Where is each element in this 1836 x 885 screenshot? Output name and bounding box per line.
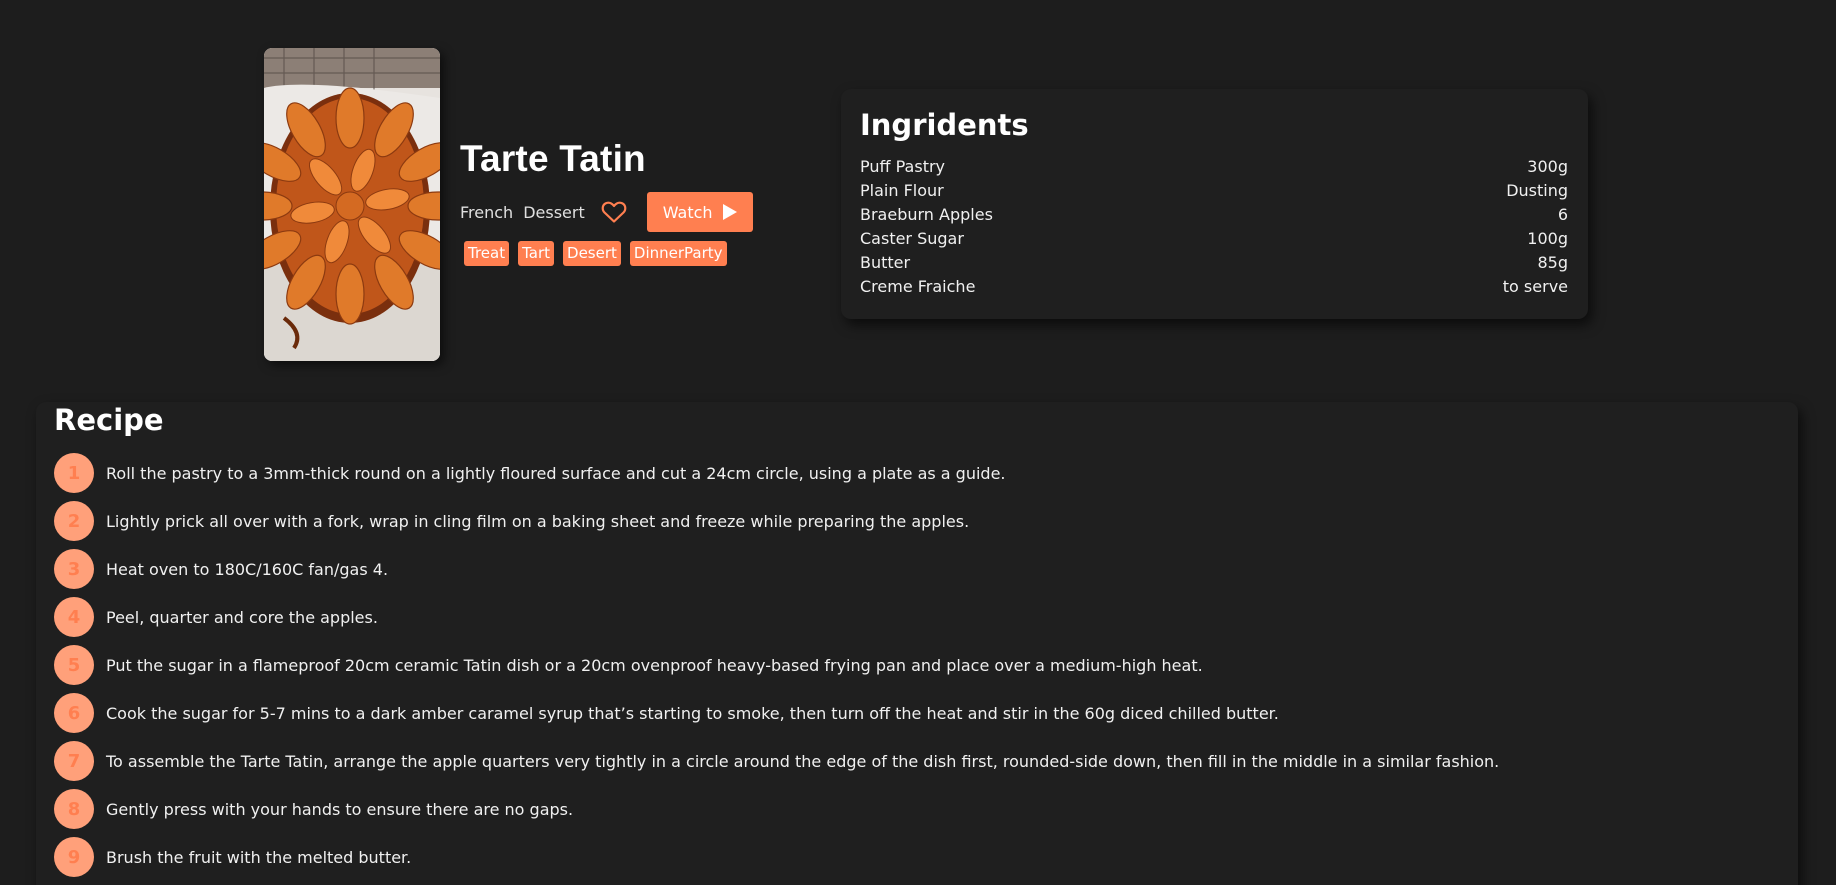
recipe-card: Recipe 1 Roll the pastry to a 3mm-thick r…	[36, 402, 1798, 885]
step-number-badge: 4	[54, 597, 94, 637]
ingredient-measure: 85g	[1537, 253, 1568, 272]
meal-meta: French Dessert Watch	[460, 192, 753, 232]
tag-badge[interactable]: Tart	[518, 241, 555, 266]
ingredient-measure: Dusting	[1506, 181, 1568, 200]
step-text: Peel, quarter and core the apples.	[106, 607, 378, 627]
recipe-step: 2 Lightly prick all over with a fork, wra…	[54, 501, 1499, 541]
step-number-badge: 8	[54, 789, 94, 829]
step-text: To assemble the Tarte Tatin, arrange the…	[106, 751, 1500, 771]
tarte-tatin-photo	[264, 48, 440, 361]
step-number-badge: 6	[54, 693, 94, 733]
watch-button-label: Watch	[662, 202, 713, 222]
recipe-title: Recipe	[54, 403, 164, 437]
step-text: Lightly prick all over with a fork, wrap…	[106, 511, 970, 531]
ingredient-row: Creme Fraiche to serve	[860, 275, 1568, 299]
recipe-step: 6 Cook the sugar for 5-7 mins to a dark a…	[54, 693, 1499, 733]
recipe-step: 4 Peel, quarter and core the apples.	[54, 597, 1499, 637]
ingredient-row: Puff Pastry 300g	[860, 155, 1568, 179]
step-number-badge: 5	[54, 645, 94, 685]
tag-list: Treat Tart Desert DinnerParty	[464, 241, 727, 266]
ingredient-name: Butter	[860, 253, 911, 272]
step-text: Roll the pastry to a 3mm-thick round on …	[106, 463, 1006, 483]
step-text: Heat oven to 180C/160C fan/gas 4.	[106, 559, 389, 579]
step-text: Brush the fruit with the melted butter.	[106, 847, 412, 867]
ingredients-title: Ingridents	[860, 108, 1029, 142]
step-number-badge: 1	[54, 453, 94, 493]
ingredient-name: Plain Flour	[860, 181, 944, 200]
ingredient-measure: to serve	[1502, 277, 1568, 296]
meal-image	[264, 48, 440, 361]
meal-detail-page: Tarte Tatin French Dessert Watch Treat Ta…	[0, 0, 1836, 885]
ingredient-name: Creme Fraiche	[860, 277, 976, 296]
ingredient-row: Butter 85g	[860, 251, 1568, 275]
tag-badge[interactable]: Desert	[563, 241, 621, 266]
recipe-step: 8 Gently press with your hands to ensure …	[54, 789, 1499, 829]
ingredient-row: Plain Flour Dusting	[860, 179, 1568, 203]
watch-button[interactable]: Watch	[646, 192, 753, 232]
step-number-badge: 7	[54, 741, 94, 781]
meal-area: French	[460, 202, 514, 222]
step-number-badge: 9	[54, 837, 94, 877]
play-icon	[722, 204, 737, 220]
step-text: Cook the sugar for 5-7 mins to a dark am…	[106, 703, 1279, 723]
recipe-step: 7 To assemble the Tarte Tatin, arrange th…	[54, 741, 1499, 781]
meal-category: Dessert	[523, 202, 585, 222]
ingredient-row: Caster Sugar 100g	[860, 227, 1568, 251]
ingredients-list: Puff Pastry 300g Plain Flour Dusting Braebur…	[860, 155, 1568, 299]
recipe-step: 5 Put the sugar in a flameproof 20cm cera…	[54, 645, 1499, 685]
recipe-step: 3 Heat oven to 180C/160C fan/gas 4.	[54, 549, 1499, 589]
ingredient-measure: 300g	[1527, 157, 1568, 176]
recipe-step: 9 Brush the fruit with the melted butter.	[54, 837, 1499, 877]
ingredient-name: Puff Pastry	[860, 157, 946, 176]
recipe-steps: 1 Roll the pastry to a 3mm-thick round on…	[54, 453, 1499, 885]
tag-badge[interactable]: DinnerParty	[629, 241, 727, 266]
tag-badge[interactable]: Treat	[464, 241, 510, 266]
step-text: Gently press with your hands to ensure t…	[106, 799, 574, 819]
ingredient-row: Braeburn Apples 6	[860, 203, 1568, 227]
ingredients-card: Ingridents Puff Pastry 300g Plain Flour Dus…	[841, 89, 1588, 319]
step-number-badge: 3	[54, 549, 94, 589]
ingredient-name: Caster Sugar	[860, 229, 964, 248]
recipe-step: 1 Roll the pastry to a 3mm-thick round on…	[54, 453, 1499, 493]
meal-title: Tarte Tatin	[460, 138, 646, 179]
step-number-badge: 2	[54, 501, 94, 541]
ingredient-measure: 100g	[1527, 229, 1568, 248]
heart-outline-icon[interactable]	[601, 199, 627, 225]
ingredient-name: Braeburn Apples	[860, 205, 993, 224]
ingredient-measure: 6	[1557, 205, 1568, 224]
step-text: Put the sugar in a flameproof 20cm ceram…	[106, 655, 1203, 675]
